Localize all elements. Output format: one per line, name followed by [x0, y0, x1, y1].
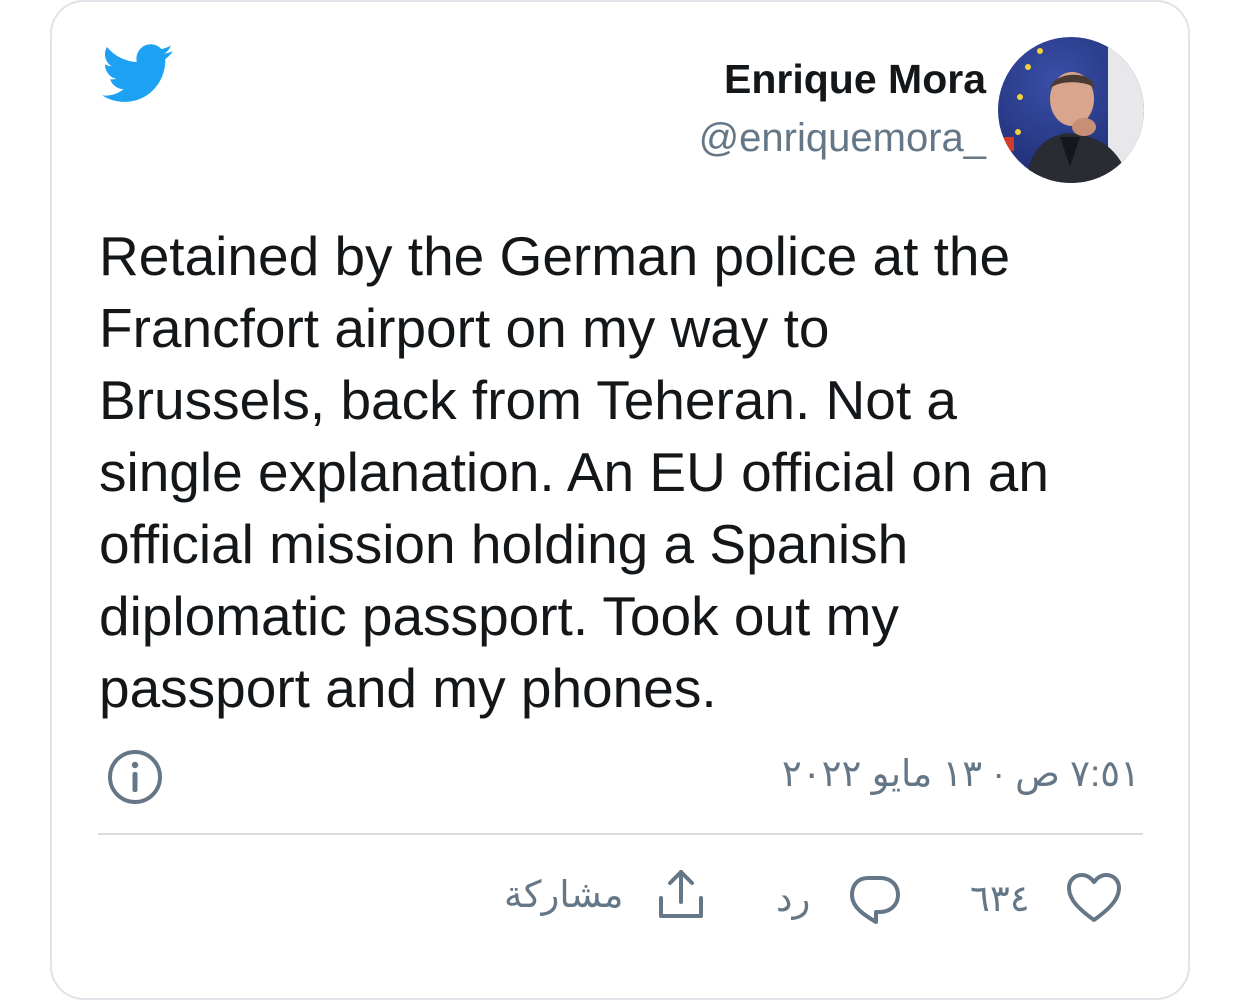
- tweet-text: Retained by the German police at the Fra…: [99, 225, 1049, 719]
- tweet-timestamp[interactable]: ٧:٥١ ص · ١٣ مايو ٢٠٢٢: [782, 752, 1140, 795]
- user-display-name[interactable]: Enrique Mora: [724, 56, 986, 103]
- share-label: مشاركة: [504, 873, 624, 915]
- reply-label: رد: [776, 877, 811, 919]
- reply-button[interactable]: رد: [776, 870, 902, 926]
- heart-icon: [1064, 870, 1124, 926]
- avatar[interactable]: [998, 37, 1144, 183]
- comment-icon: [846, 870, 902, 926]
- like-button[interactable]: ٦٣٤: [970, 870, 1124, 926]
- divider: [98, 833, 1143, 835]
- share-button[interactable]: مشاركة: [504, 866, 709, 922]
- like-count: ٦٣٤: [970, 877, 1030, 919]
- twitter-bird-icon[interactable]: [102, 44, 174, 104]
- user-handle[interactable]: @enriquemora_: [699, 116, 986, 161]
- share-icon: [653, 866, 709, 922]
- info-icon[interactable]: [106, 748, 164, 806]
